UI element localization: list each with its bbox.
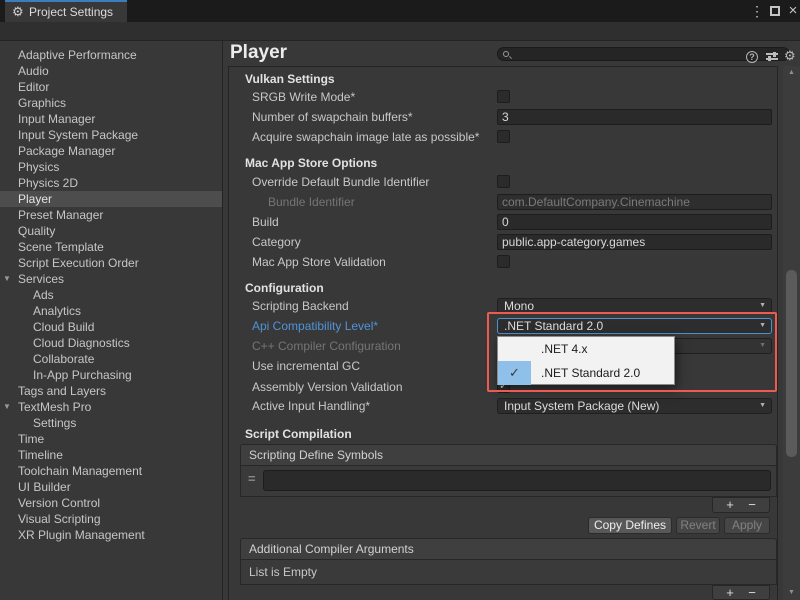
sidebar-item-services[interactable]: ▼ Services [0, 271, 222, 287]
gear-icon: ⚙ [12, 4, 24, 20]
tab-project-settings[interactable]: ⚙ Project Settings [5, 0, 127, 22]
define-symbols-list: = [240, 466, 777, 497]
section-title-vulkan: Vulkan Settings [245, 72, 335, 86]
help-icon[interactable]: ? [746, 51, 758, 63]
copy-defines-button[interactable]: Copy Defines [588, 517, 672, 534]
section-title-mac-app-store: Mac App Store Options [245, 156, 377, 170]
sidebar-item-time[interactable]: Time [0, 431, 222, 447]
row-assembly-version-validation: Assembly Version Validation ✓ [0, 377, 800, 397]
sidebar-item-toolchain-management[interactable]: Toolchain Management [0, 463, 222, 479]
row-srgb-write-mode: SRGB Write Mode* ✓ [0, 87, 800, 107]
scrollbar-thumb[interactable] [786, 270, 797, 457]
row-api-compatibility-level: Api Compatibility Level* .NET Standard 2… [0, 316, 800, 336]
define-symbols-header: Scripting Define Symbols [240, 444, 777, 466]
revert-button: Revert [676, 517, 720, 534]
acquire-swapchain-checkbox[interactable]: ✓ [497, 130, 510, 143]
field-label: Api Compatibility Level* [252, 316, 378, 336]
popup-option-net4x[interactable]: .NET 4.x [498, 337, 674, 361]
field-label: Scripting Backend [252, 296, 349, 316]
swapchain-buffers-input[interactable] [497, 109, 772, 125]
chevron-down-icon: ▼ [759, 342, 766, 350]
row-category: Category [0, 232, 800, 252]
popup-option-net-standard-20[interactable]: ✓ .NET Standard 2.0 [498, 361, 674, 385]
field-label: Acquire swapchain image late as possible… [252, 127, 479, 147]
category-input[interactable] [497, 234, 772, 250]
field-label: Category [252, 232, 301, 252]
api-compatibility-popup: .NET 4.x ✓ .NET Standard 2.0 [497, 336, 675, 385]
field-label: Override Default Bundle Identifier [252, 172, 429, 192]
override-bundle-id-checkbox[interactable]: ✓ [497, 175, 510, 188]
mac-app-store-validation-checkbox[interactable]: ✓ [497, 255, 510, 268]
section-title-script-compilation: Script Compilation [245, 427, 352, 441]
build-input[interactable] [497, 214, 772, 230]
field-label: Assembly Version Validation [252, 377, 403, 397]
close-icon[interactable]: × [786, 2, 800, 20]
apply-button: Apply [724, 517, 770, 534]
foldout-open-icon[interactable]: ▼ [3, 271, 11, 287]
api-compatibility-dropdown[interactable]: .NET Standard 2.0 ▼ [497, 318, 772, 334]
search-icon [503, 51, 509, 57]
row-acquire-swapchain: Acquire swapchain image late as possible… [0, 127, 800, 147]
row-cpp-compiler-configuration: C++ Compiler Configuration ▼ [0, 336, 800, 356]
window-menu-icon[interactable]: ⋮ [750, 2, 764, 20]
toolbar [0, 22, 800, 41]
row-override-bundle-id: Override Default Bundle Identifier ✓ [0, 172, 800, 192]
field-label: Use incremental GC [252, 356, 360, 376]
sidebar-item-ui-builder[interactable]: UI Builder [0, 479, 222, 495]
sidebar-item-timeline[interactable]: Timeline [0, 447, 222, 463]
scroll-up-icon[interactable]: ▲ [783, 69, 800, 76]
define-symbols-footer: +− [712, 497, 770, 513]
field-label: Active Input Handling* [252, 396, 370, 416]
remove-item-button[interactable]: − [741, 586, 763, 600]
field-label: Mac App Store Validation [252, 252, 386, 272]
chevron-down-icon: ▼ [759, 402, 766, 410]
checkmark-icon: ✓ [498, 361, 531, 385]
gear-icon[interactable]: ⚙ [784, 48, 796, 64]
sidebar-item-tmp-settings[interactable]: Settings [0, 415, 222, 431]
row-bundle-identifier: Bundle Identifier [0, 192, 800, 212]
row-swapchain-buffers: Number of swapchain buffers* [0, 107, 800, 127]
remove-item-button[interactable]: − [741, 498, 763, 512]
chevron-down-icon: ▼ [759, 302, 766, 310]
tab-label: Project Settings [29, 5, 113, 19]
field-label: C++ Compiler Configuration [252, 336, 401, 356]
add-item-button[interactable]: + [719, 498, 741, 512]
row-active-input-handling: Active Input Handling* Input System Pack… [0, 396, 800, 416]
vertical-scrollbar[interactable]: ▲ ▼ [783, 66, 800, 600]
compiler-args-footer: +− [712, 585, 770, 600]
sidebar-item-version-control[interactable]: Version Control [0, 495, 222, 511]
field-label: Number of swapchain buffers* [252, 107, 413, 127]
add-item-button[interactable]: + [719, 586, 741, 600]
field-label: Build [252, 212, 279, 232]
sidebar-item-adaptive-performance[interactable]: Adaptive Performance [0, 47, 222, 63]
drag-handle-icon[interactable]: = [248, 471, 256, 486]
srgb-write-mode-checkbox[interactable]: ✓ [497, 90, 510, 103]
define-symbol-input[interactable] [263, 470, 771, 491]
row-build: Build [0, 212, 800, 232]
page-title: Player [230, 42, 287, 64]
sidebar-item-label: Services [18, 272, 64, 286]
sidebar-item-visual-scripting[interactable]: Visual Scripting [0, 511, 222, 527]
field-label: SRGB Write Mode* [252, 87, 355, 107]
chevron-down-icon: ▼ [759, 322, 766, 330]
scroll-down-icon[interactable]: ▼ [783, 589, 800, 596]
maximize-icon[interactable] [770, 6, 780, 16]
row-mac-app-store-validation: Mac App Store Validation ✓ [0, 252, 800, 272]
search-input[interactable] [514, 48, 784, 60]
presets-icon[interactable] [766, 52, 778, 62]
sidebar-item-xr-plugin-management[interactable]: XR Plugin Management [0, 527, 222, 543]
compiler-args-header: Additional Compiler Arguments [240, 538, 777, 560]
section-title-configuration: Configuration [245, 281, 324, 295]
active-input-handling-dropdown[interactable]: Input System Package (New) ▼ [497, 398, 772, 414]
compiler-args-list: List is Empty [240, 560, 777, 585]
scripting-backend-dropdown[interactable]: Mono ▼ [497, 298, 772, 314]
field-label: Bundle Identifier [268, 192, 355, 212]
window-titlebar: ⚙ Project Settings ⋮ × [0, 0, 800, 22]
sidebar-item-audio[interactable]: Audio [0, 63, 222, 79]
row-scripting-backend: Scripting Backend Mono ▼ [0, 296, 800, 316]
bundle-identifier-input [497, 194, 772, 210]
row-use-incremental-gc: Use incremental GC ✓ [0, 356, 800, 376]
